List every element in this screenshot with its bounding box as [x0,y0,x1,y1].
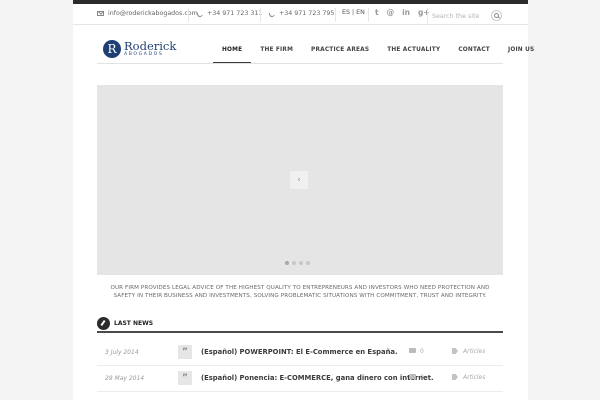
news-date: 29 May 2014 [105,375,145,382]
image-slider: ‹ [97,85,503,275]
phone-2-text: +34 971 723 795 [279,10,335,17]
news-category-link[interactable]: Articles [463,374,485,381]
main-navigation: HOME THE FIRM PRACTICE AREAS THE ACTUALI… [213,36,543,64]
nav-item-the-firm[interactable]: THE FIRM [251,36,302,64]
logo-text: Roderick ABOGADOS [124,38,177,58]
dribbble-icon[interactable]: @ [387,9,395,17]
slider-dot[interactable] [285,261,289,265]
comment-count[interactable]: 0 [420,348,424,355]
nav-item-home[interactable]: HOME [213,36,252,64]
search-icon[interactable] [491,10,502,21]
row-divider [97,365,503,366]
page-container: info@roderickabogados.com +34 971 723 31… [73,0,534,400]
email-link[interactable]: info@roderickabogados.com [97,10,198,17]
language-switcher: ES | EN [342,9,365,16]
divider [260,8,261,22]
search-input[interactable] [432,11,488,21]
news-category-link[interactable]: Articles [463,348,485,355]
phone-icon [268,9,276,18]
news-date: 3 July 2014 [105,349,139,356]
lang-es-link[interactable]: ES [342,9,350,16]
phone-1: +34 971 723 311 [196,9,263,18]
comment-count[interactable]: 0 [420,374,424,381]
search-box [427,8,505,24]
comment-icon [409,374,416,379]
tag-icon [452,348,458,354]
last-news-header: LAST NEWS [97,317,503,333]
linkedin-icon[interactable]: in [402,9,410,17]
last-news-title: LAST NEWS [114,320,154,327]
slider-dot[interactable] [306,261,310,265]
top-info-bar: info@roderickabogados.com +34 971 723 31… [73,4,528,25]
social-links: t @ in g+ [375,9,430,17]
phone-icon [196,9,204,18]
logo-name: Roderick [124,38,177,53]
tag-icon [452,374,458,380]
lang-en-link[interactable]: EN [356,9,365,16]
logo-mark: R [99,37,121,58]
news-row[interactable]: 29 May 2014 ” (Español) Ponencia: E-COMM… [97,368,503,392]
phone-1-text: +34 971 723 311 [207,10,263,17]
quote-icon: ” [178,371,192,385]
news-title-link[interactable]: (Español) POWERPOINT: El E-Commerce en E… [201,348,398,356]
divider [335,8,336,22]
site-logo[interactable]: R Roderick ABOGADOS [99,37,177,60]
comment-icon [409,348,416,353]
nav-item-the-actuality[interactable]: THE ACTUALITY [378,36,449,64]
header-divider [97,63,503,64]
slider-dot[interactable] [299,261,303,265]
nav-item-practice-areas[interactable]: PRACTICE AREAS [302,36,378,64]
logo-subtitle: ABOGADOS [124,51,164,57]
divider [368,8,369,22]
news-title-link[interactable]: (Español) Ponencia: E-COMMERCE, gana din… [201,374,434,382]
firm-intro-text: OUR FIRM PROVIDES LEGAL ADVICE OF THE HI… [110,285,490,300]
pencil-icon [97,317,110,330]
slider-prev-button[interactable]: ‹ [290,171,308,189]
phone-2: +34 971 723 795 [268,9,335,18]
twitter-icon[interactable]: t [375,9,379,17]
quote-icon: ” [178,345,192,359]
slider-dot[interactable] [292,261,296,265]
news-row[interactable]: 3 July 2014 ” (Español) POWERPOINT: El E… [97,342,503,366]
mail-icon [97,11,104,16]
slider-dots [285,261,310,265]
nav-item-join-us[interactable]: JOIN US [499,36,543,64]
nav-item-contact[interactable]: CONTACT [449,36,499,64]
row-divider [97,391,503,392]
email-text: info@roderickabogados.com [108,10,198,17]
divider [188,8,189,22]
